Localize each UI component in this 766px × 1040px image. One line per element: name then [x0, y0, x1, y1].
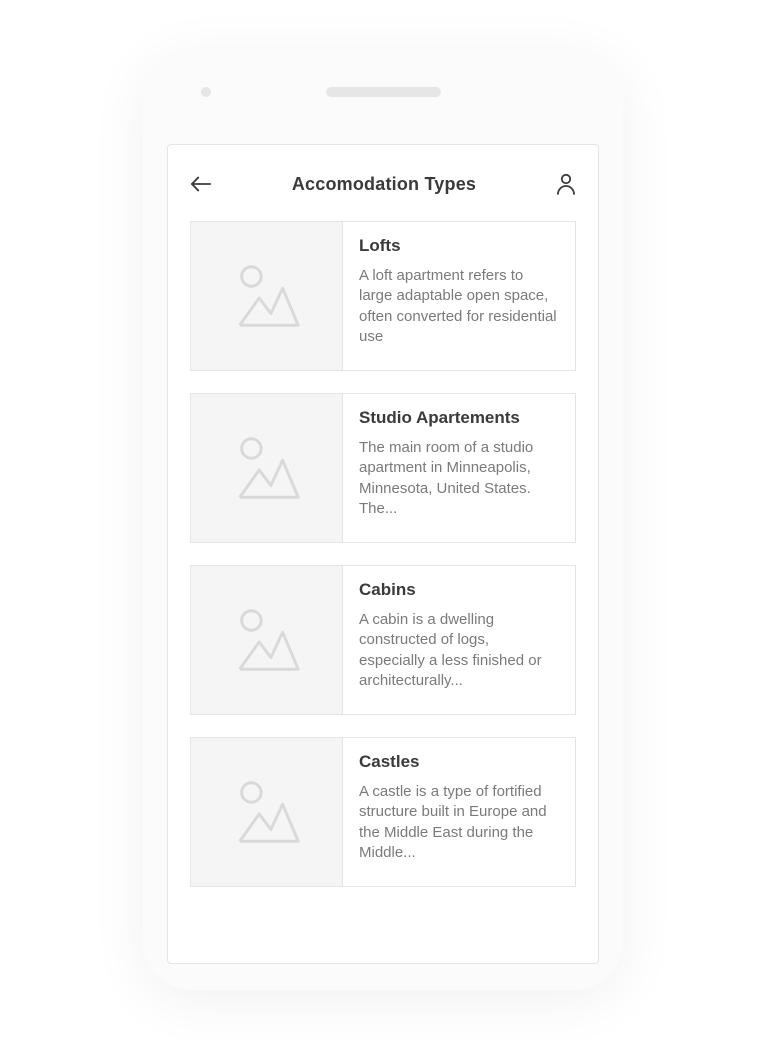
card-title: Studio Apartements: [359, 408, 559, 428]
card-content: Cabins A cabin is a dwelling constructed…: [343, 566, 575, 714]
card-title: Castles: [359, 752, 559, 772]
list-item[interactable]: Cabins A cabin is a dwelling constructed…: [190, 565, 576, 715]
image-placeholder-icon: [191, 394, 343, 542]
camera-dot: [201, 87, 211, 97]
list-item[interactable]: Lofts A loft apartment refers to large a…: [190, 221, 576, 371]
image-placeholder-icon: [191, 738, 343, 886]
card-title: Lofts: [359, 236, 559, 256]
accommodation-list: Lofts A loft apartment refers to large a…: [168, 221, 598, 887]
card-content: Lofts A loft apartment refers to large a…: [343, 222, 575, 370]
profile-icon[interactable]: [556, 173, 576, 195]
phone-top-bar: [143, 80, 623, 104]
speaker-grille: [326, 87, 441, 97]
card-content: Studio Apartements The main room of a st…: [343, 394, 575, 542]
screen: Accomodation Types Lofts A loft: [167, 144, 599, 964]
page-title: Accomodation Types: [292, 174, 476, 195]
phone-frame: Accomodation Types Lofts A loft: [143, 50, 623, 990]
card-content: Castles A castle is a type of fortified …: [343, 738, 575, 886]
card-description: A loft apartment refers to large adaptab…: [359, 266, 559, 347]
card-description: A cabin is a dwelling constructed of log…: [359, 610, 559, 691]
card-title: Cabins: [359, 580, 559, 600]
list-item[interactable]: Studio Apartements The main room of a st…: [190, 393, 576, 543]
page-header: Accomodation Types: [168, 145, 598, 221]
list-item[interactable]: Castles A castle is a type of fortified …: [190, 737, 576, 887]
image-placeholder-icon: [191, 566, 343, 714]
card-description: The main room of a studio apartment in M…: [359, 438, 559, 519]
image-placeholder-icon: [191, 222, 343, 370]
card-description: A castle is a type of fortified structur…: [359, 782, 559, 863]
back-icon[interactable]: [190, 175, 212, 193]
